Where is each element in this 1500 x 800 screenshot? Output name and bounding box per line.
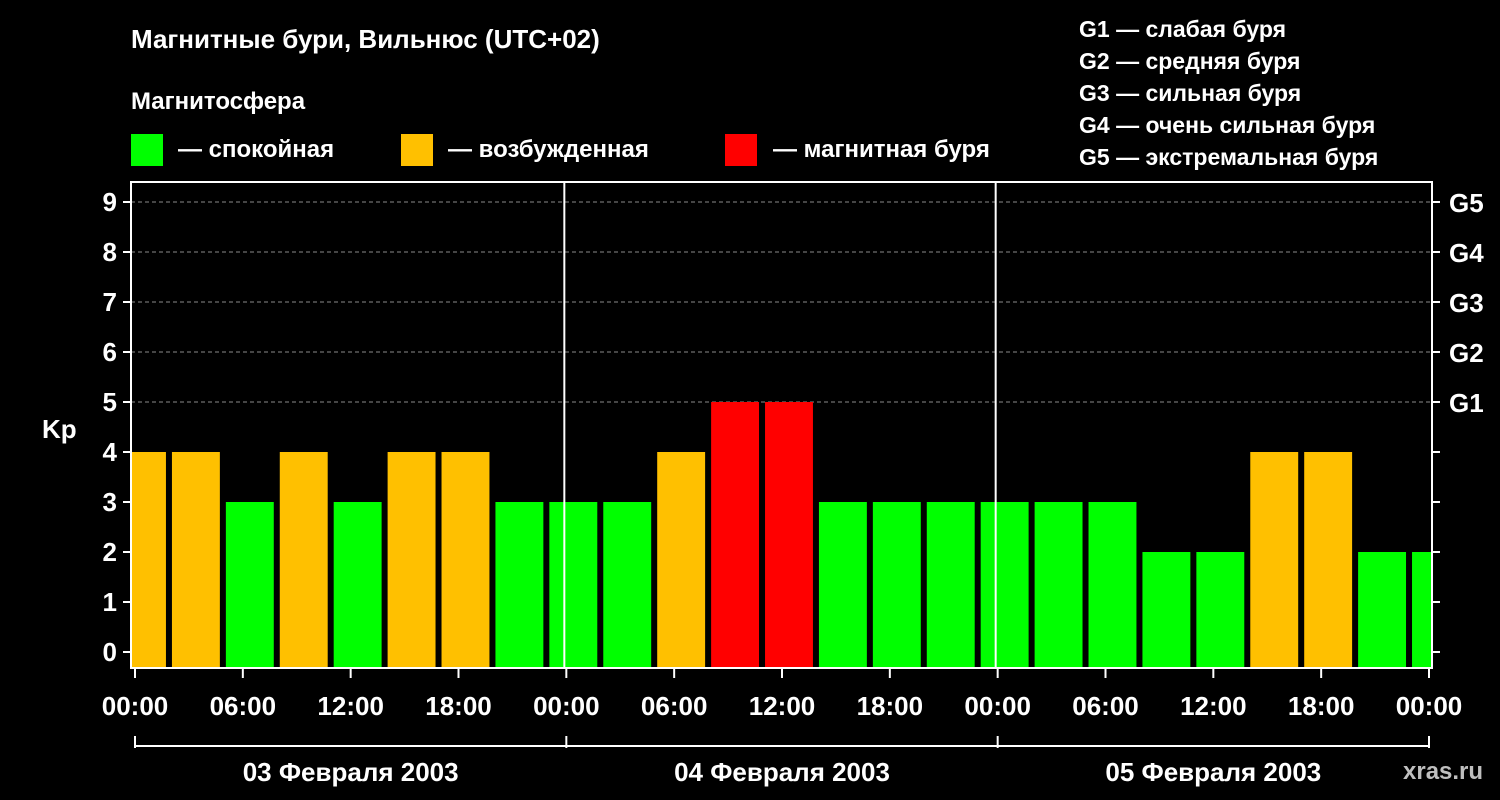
day-label: 04 Февраля 2003 bbox=[674, 757, 890, 787]
x-tick-label: 18:00 bbox=[1288, 691, 1355, 721]
x-tick-label: 00:00 bbox=[533, 691, 600, 721]
bar-quiet bbox=[980, 502, 1029, 668]
bars bbox=[132, 402, 1431, 668]
bar-quiet bbox=[926, 502, 975, 668]
bar-active bbox=[132, 452, 166, 668]
legend-swatch-storm bbox=[725, 134, 757, 166]
scale-legend-g1: G1 — слабая буря bbox=[1079, 16, 1286, 42]
legend-swatch-active bbox=[401, 134, 433, 166]
bar-storm bbox=[711, 402, 760, 668]
x-tick-label: 18:00 bbox=[857, 691, 924, 721]
x-tick-label: 00:00 bbox=[1396, 691, 1463, 721]
bar-quiet bbox=[225, 502, 274, 668]
y-tick-label: 0 bbox=[103, 637, 117, 667]
x-tick-label: 12:00 bbox=[1180, 691, 1247, 721]
scale-legend-g5: G5 — экстремальная буря bbox=[1079, 144, 1378, 170]
x-tick-label: 12:00 bbox=[317, 691, 384, 721]
g-level-label: G3 bbox=[1449, 288, 1484, 318]
bar-active bbox=[441, 452, 490, 668]
y-tick-label: 1 bbox=[103, 587, 117, 617]
scale-legend-g4: G4 — очень сильная буря bbox=[1079, 112, 1375, 138]
color-legend: — спокойная — возбужденная — магнитная б… bbox=[131, 134, 990, 166]
x-tick-label: 06:00 bbox=[1072, 691, 1139, 721]
scale-legend-g3: G3 — сильная буря bbox=[1079, 80, 1301, 106]
legend-swatch-quiet bbox=[131, 134, 163, 166]
bar-quiet bbox=[333, 502, 382, 668]
bar-active bbox=[279, 452, 328, 668]
bar-quiet bbox=[1196, 552, 1245, 668]
x-tick-label: 12:00 bbox=[749, 691, 816, 721]
bar-quiet bbox=[495, 502, 544, 668]
day-label: 03 Февраля 2003 bbox=[243, 757, 459, 787]
y-axis-title: Kp bbox=[42, 414, 77, 444]
bar-active bbox=[1250, 452, 1299, 668]
bar-quiet bbox=[872, 502, 921, 668]
bar-quiet bbox=[549, 502, 598, 668]
bar-quiet bbox=[1088, 502, 1137, 668]
kp-chart: Магнитные бури, Вильнюс (UTC+02) Магнито… bbox=[42, 16, 1484, 787]
y-tick-label: 7 bbox=[103, 287, 117, 317]
legend-item-quiet: — спокойная bbox=[131, 134, 334, 166]
g-level-label: G2 bbox=[1449, 338, 1484, 368]
x-tick-label: 18:00 bbox=[425, 691, 492, 721]
day-label: 05 Февраля 2003 bbox=[1105, 757, 1321, 787]
y-tick-label: 5 bbox=[103, 387, 117, 417]
x-tick-label: 00:00 bbox=[102, 691, 169, 721]
y-tick-label: 2 bbox=[103, 537, 117, 567]
bar-quiet bbox=[1358, 552, 1407, 668]
legend-label-storm: — магнитная буря bbox=[773, 136, 990, 163]
legend-item-active: — возбужденная bbox=[401, 134, 649, 166]
legend-label-quiet: — спокойная bbox=[178, 136, 334, 163]
bar-quiet bbox=[1142, 552, 1191, 668]
grid-lines bbox=[131, 201, 1432, 403]
bar-active bbox=[171, 452, 220, 668]
bar-quiet bbox=[603, 502, 652, 668]
y-tick-label: 6 bbox=[103, 337, 117, 367]
legend-item-storm: — магнитная буря bbox=[725, 134, 990, 166]
bar-quiet bbox=[1412, 552, 1431, 668]
g-level-label: G5 bbox=[1449, 188, 1484, 218]
x-tick-label: 06:00 bbox=[641, 691, 708, 721]
chart-title: Магнитные бури, Вильнюс (UTC+02) bbox=[131, 24, 600, 54]
bar-active bbox=[387, 452, 436, 668]
g-level-label: G4 bbox=[1449, 238, 1484, 268]
bar-storm bbox=[765, 402, 813, 668]
x-tick-label: 00:00 bbox=[964, 691, 1031, 721]
bar-quiet bbox=[818, 502, 867, 668]
y-tick-label: 3 bbox=[103, 487, 117, 517]
y-tick-label: 8 bbox=[103, 237, 117, 267]
scale-legend-g2: G2 — средняя буря bbox=[1079, 48, 1300, 74]
y-tick-label: 4 bbox=[103, 437, 118, 467]
g-level-label: G1 bbox=[1449, 388, 1484, 418]
storm-scale-legend: G1 — слабая буря G2 — средняя буря G3 — … bbox=[1079, 16, 1378, 170]
y-tick-label: 9 bbox=[103, 187, 117, 217]
legend-title: Магнитосфера bbox=[131, 88, 306, 115]
bar-quiet bbox=[1034, 502, 1083, 668]
bar-active bbox=[1304, 452, 1353, 668]
x-tick-label: 06:00 bbox=[210, 691, 277, 721]
legend-label-active: — возбужденная bbox=[448, 136, 649, 163]
bar-active bbox=[657, 452, 706, 668]
watermark: xras.ru bbox=[1403, 758, 1483, 785]
